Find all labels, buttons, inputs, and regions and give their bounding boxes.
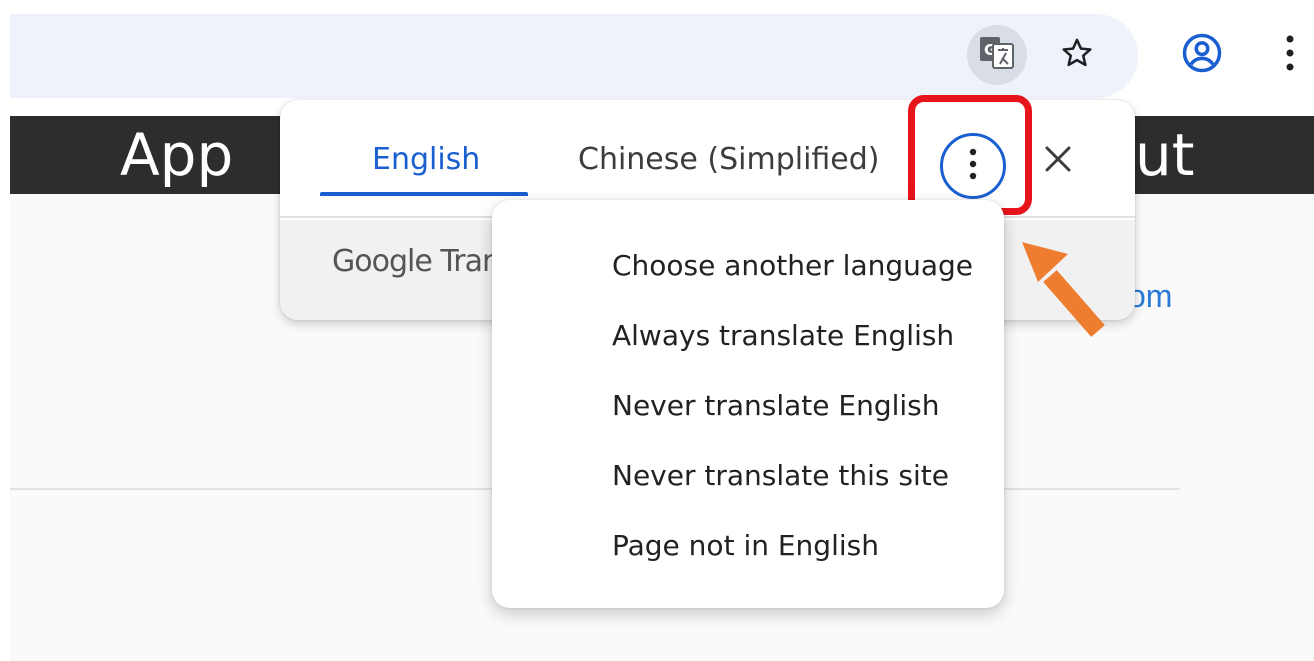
page-header-nav-fragment[interactable]: ut [1135,120,1195,190]
profile-button[interactable] [1175,28,1229,82]
close-icon [1044,145,1072,178]
menu-item-never-translate-site[interactable]: Never translate this site [612,454,949,498]
tab-english[interactable]: English [372,140,480,180]
menu-item-never-translate-language[interactable]: Never translate English [612,384,940,428]
browser-menu-button[interactable] [1270,28,1310,82]
translate-options-menu: Choose another language Always translate… [492,200,1004,608]
highlight-box [908,95,1032,215]
tab-chinese-simplified[interactable]: Chinese (Simplified) [578,140,880,180]
translate-icon: G [979,36,1015,75]
translate-page-button[interactable]: G [967,25,1027,85]
bookmark-button[interactable] [1050,28,1104,82]
menu-item-always-translate[interactable]: Always translate English [612,314,954,358]
close-bubble-button[interactable] [1035,138,1081,184]
profile-icon [1181,32,1223,79]
menu-item-choose-another-language[interactable]: Choose another language [612,244,973,288]
menu-item-page-not-in-english[interactable]: Page not in English [612,524,879,568]
page-header-title: App [120,121,234,189]
google-translate-label: Google Tran [332,244,501,279]
more-vert-icon [1284,33,1296,78]
selected-tab-indicator [320,192,528,196]
arrow-icon [1022,242,1105,337]
star-icon [1060,36,1094,75]
